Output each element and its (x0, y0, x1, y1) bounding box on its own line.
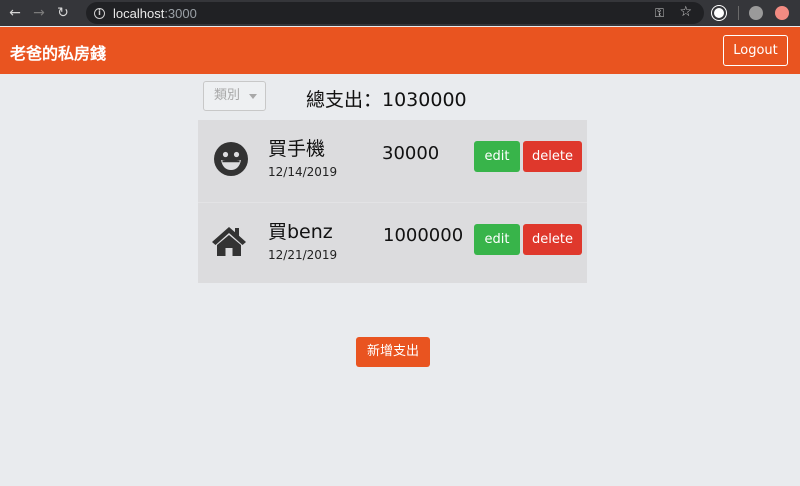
record-amount: 1000000 (383, 225, 464, 246)
expense-list: 買手機 12/14/2019 30000 edit delete 買benz 1… (198, 120, 587, 283)
forward-icon[interactable]: → (30, 4, 48, 22)
toolbar-divider (738, 6, 739, 20)
logout-button[interactable]: Logout (723, 35, 788, 66)
list-item: 買benz 12/21/2019 1000000 edit delete (198, 202, 587, 283)
list-item: 買手機 12/14/2019 30000 edit delete (198, 120, 587, 201)
address-bar[interactable]: i localhost:3000 ⚿ ☆ (86, 2, 704, 24)
caret-down-icon (249, 94, 257, 99)
extension-icon[interactable] (775, 6, 789, 20)
record-date: 12/14/2019 (268, 165, 338, 179)
profile-avatar-icon[interactable] (749, 6, 763, 20)
edit-button[interactable]: edit (474, 141, 520, 172)
total-expense: 總支出：1030000 (306, 89, 467, 111)
home-icon (212, 227, 246, 256)
url-text: localhost:3000 (113, 5, 197, 21)
record-amount: 30000 (382, 143, 440, 164)
key-icon[interactable]: ⚿ (655, 6, 664, 21)
info-icon[interactable]: i (94, 7, 105, 19)
category-filter-dropdown[interactable]: 類別 (203, 81, 266, 111)
extension-icon[interactable] (712, 6, 726, 20)
record-name: 買benz (268, 221, 333, 243)
app-navbar: 老爸的私房錢 Logout (0, 27, 800, 74)
category-filter-label: 類別 (214, 88, 241, 103)
add-expense-button[interactable]: 新增支出 (356, 337, 430, 367)
back-icon[interactable]: ← (6, 4, 24, 22)
edit-button[interactable]: edit (474, 224, 520, 255)
reload-icon[interactable]: ↻ (54, 4, 72, 22)
delete-button[interactable]: delete (523, 141, 582, 172)
star-icon[interactable]: ☆ (679, 4, 692, 20)
record-name: 買手機 (268, 138, 326, 160)
delete-button[interactable]: delete (523, 224, 582, 255)
brand-title[interactable]: 老爸的私房錢 (10, 40, 106, 64)
browser-toolbar: ← → ↻ i localhost:3000 ⚿ ☆ (0, 0, 800, 26)
record-date: 12/21/2019 (268, 248, 338, 262)
grin-icon (214, 142, 248, 176)
